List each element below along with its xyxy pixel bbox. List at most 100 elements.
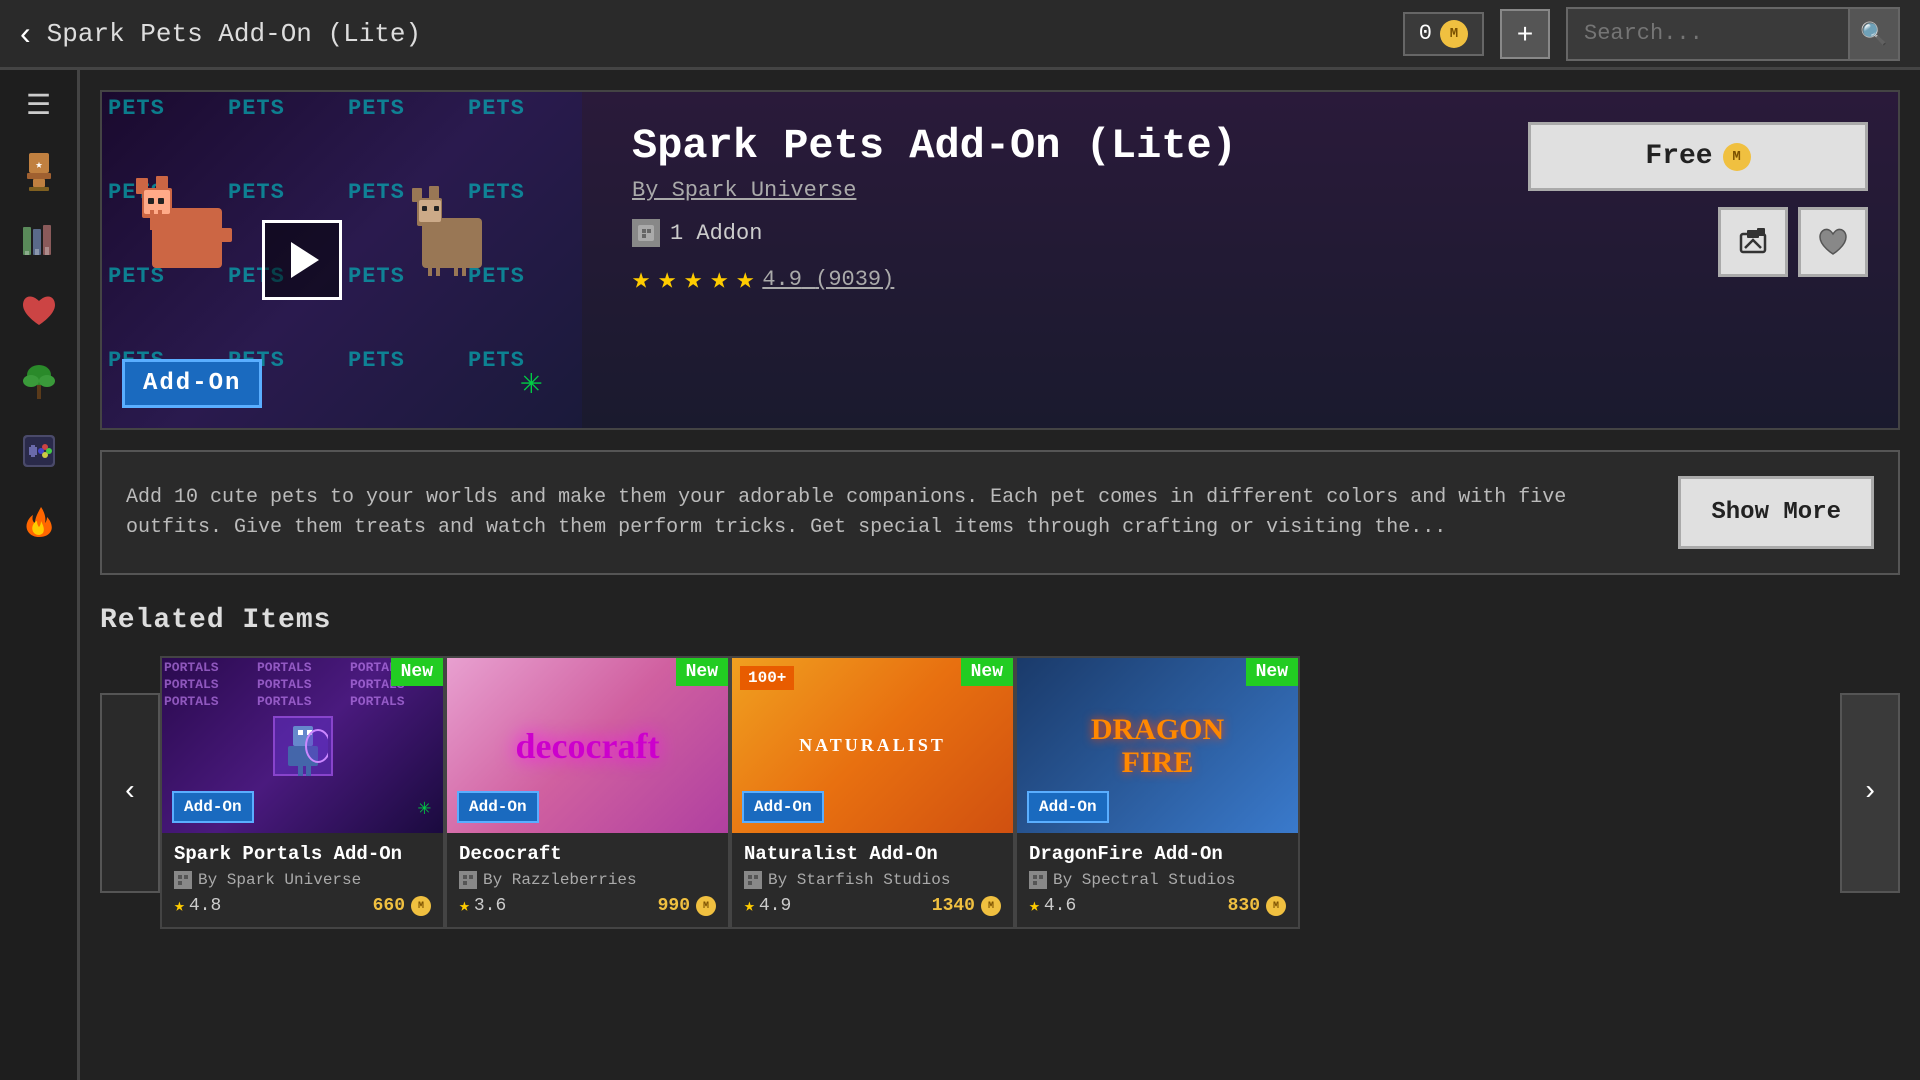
item-author: By Spectral Studios (1053, 871, 1235, 889)
play-button[interactable] (262, 220, 342, 300)
addon-count: 1 Addon (632, 219, 1468, 247)
svg-text:★: ★ (35, 158, 42, 172)
item-author-row: By Spark Universe (174, 871, 431, 889)
show-more-button[interactable]: Show More (1678, 476, 1874, 549)
related-title: Related Items (100, 605, 1900, 636)
item-info: DragonFire Add-On By Spectral Studios ★ (1017, 833, 1298, 927)
search-input[interactable] (1568, 13, 1848, 54)
sparkle-icon: ✳ (520, 361, 542, 404)
pet-figures (122, 108, 562, 368)
related-nav-right[interactable]: › (1840, 693, 1900, 893)
item-rating-row: ★ 4.6 830 M (1029, 895, 1286, 917)
addon-badge: Add-On (122, 359, 262, 408)
related-items: PORTALSPORTALSPORTALS PORTALSPORTALSPORT… (160, 656, 1840, 929)
item-author-row: By Starfish Studios (744, 871, 1001, 889)
item-star: ★ (1029, 895, 1040, 917)
sidebar-item-nature[interactable] (9, 351, 69, 411)
item-author-icon (744, 871, 762, 889)
star-1: ★ (632, 261, 650, 298)
item-info: Decocraft By Razzleberries ★ 3.6 (447, 833, 728, 927)
item-rating: 4.6 (1044, 896, 1076, 916)
item-coin-icon: M (696, 896, 716, 916)
product-header: PETS PETS PETS PETS PETS PETS PETS PETS … (100, 90, 1900, 430)
stars-row: ★ ★ ★ ★ ★ 4.9 (9039) (632, 261, 1468, 298)
sidebar-item-favorites[interactable] (9, 281, 69, 341)
item-name: DragonFire Add-On (1029, 843, 1286, 865)
item-star: ★ (459, 895, 470, 917)
item-thumbnail: NATURALIST New 100+ Add-On (732, 658, 1013, 833)
star-2: ★ (658, 261, 676, 298)
addon-count-text: 1 Addon (670, 221, 762, 246)
search-bar: 🔍 (1566, 7, 1900, 61)
sidebar: ☰ ★ (0, 70, 80, 1080)
get-free-button[interactable]: Free M (1528, 122, 1868, 191)
action-row (1718, 207, 1868, 277)
item-addon-badge: Add-On (172, 791, 254, 823)
rating-text[interactable]: 4.9 (9039) (762, 267, 894, 292)
item-author: By Spark Universe (198, 871, 361, 889)
list-item[interactable]: DRAGON FIRE New Add-On DragonFire Add-On (1015, 656, 1300, 929)
star-3: ★ (684, 261, 702, 298)
related-grid: ‹ PORTALSPORTALSPORTALS PORTALSPORTALSPO… (100, 656, 1900, 929)
item-name: Spark Portals Add-On (174, 843, 431, 865)
item-addon-badge: Add-On (457, 791, 539, 823)
item-star: ★ (744, 895, 755, 917)
menu-icon[interactable]: ☰ (18, 80, 59, 131)
item-name: Naturalist Add-On (744, 843, 1001, 865)
item-coin-icon: M (1266, 896, 1286, 916)
wishlist-button[interactable] (1798, 207, 1868, 277)
new-badge: New (961, 658, 1013, 686)
item-author: By Starfish Studios (768, 871, 950, 889)
item-name: Decocraft (459, 843, 716, 865)
page-title: Spark Pets Add-On (Lite) (47, 19, 1387, 49)
item-addon-badge: Add-On (742, 791, 824, 823)
item-star: ★ (174, 895, 185, 917)
item-rating-row: ★ 4.9 1340 M (744, 895, 1001, 917)
sidebar-item-library[interactable] (9, 211, 69, 271)
topbar: ‹ Spark Pets Add-On (Lite) 0 M + 🔍 (0, 0, 1920, 70)
search-button[interactable]: 🔍 (1848, 9, 1898, 59)
item-addon-badge: Add-On (1027, 791, 1109, 823)
main-content: PETS PETS PETS PETS PETS PETS PETS PETS … (80, 70, 1920, 1080)
item-rating: 4.9 (759, 896, 791, 916)
list-item[interactable]: decocraft New Add-On Decocraft By Razzle… (445, 656, 730, 929)
item-price: 830 M (1228, 896, 1286, 916)
list-item[interactable]: NATURALIST New 100+ Add-On Naturalist Ad… (730, 656, 1015, 929)
sidebar-item-achievements[interactable]: ★ (9, 141, 69, 201)
coin-icon: M (1440, 20, 1468, 48)
product-info: Spark Pets Add-On (Lite) By Spark Univer… (612, 92, 1488, 428)
item-price: 1340 M (932, 896, 1001, 916)
item-author-row: By Razzleberries (459, 871, 716, 889)
item-author-icon (174, 871, 192, 889)
item-sparkle-icon: ✳ (418, 795, 431, 821)
sidebar-item-gaming[interactable] (9, 421, 69, 481)
product-actions: Free M (1518, 92, 1898, 428)
description-box: Add 10 cute pets to your worlds and make… (100, 450, 1900, 575)
item-rating: 4.8 (189, 896, 221, 916)
item-coin-icon: M (981, 896, 1001, 916)
item-info: Naturalist Add-On By Starfish Studios ★ (732, 833, 1013, 927)
list-item[interactable]: PORTALSPORTALSPORTALS PORTALSPORTALSPORT… (160, 656, 445, 929)
item-thumbnail: decocraft New Add-On (447, 658, 728, 833)
item-rating-row: ★ 4.8 660 M (174, 895, 431, 917)
back-button[interactable]: ‹ (20, 15, 31, 52)
product-title: Spark Pets Add-On (Lite) (632, 122, 1468, 170)
item-author-icon (1029, 871, 1047, 889)
new-badge: New (676, 658, 728, 686)
item-price: 660 M (373, 896, 431, 916)
product-image: PETS PETS PETS PETS PETS PETS PETS PETS … (102, 92, 582, 428)
product-author[interactable]: By Spark Universe (632, 178, 1468, 203)
item-rating-row: ★ 3.6 990 M (459, 895, 716, 917)
related-nav-left[interactable]: ‹ (100, 693, 160, 893)
add-coins-button[interactable]: + (1500, 9, 1550, 59)
item-author: By Razzleberries (483, 871, 637, 889)
share-button[interactable] (1718, 207, 1788, 277)
coins-display: 0 M (1403, 12, 1484, 56)
item-rating: 3.6 (474, 896, 506, 916)
star-4: ★ (710, 261, 728, 298)
sidebar-item-fire[interactable] (9, 491, 69, 551)
item-author-row: By Spectral Studios (1029, 871, 1286, 889)
item-coin-icon: M (411, 896, 431, 916)
star-5: ★ (736, 261, 754, 298)
description-text: Add 10 cute pets to your worlds and make… (126, 483, 1658, 543)
